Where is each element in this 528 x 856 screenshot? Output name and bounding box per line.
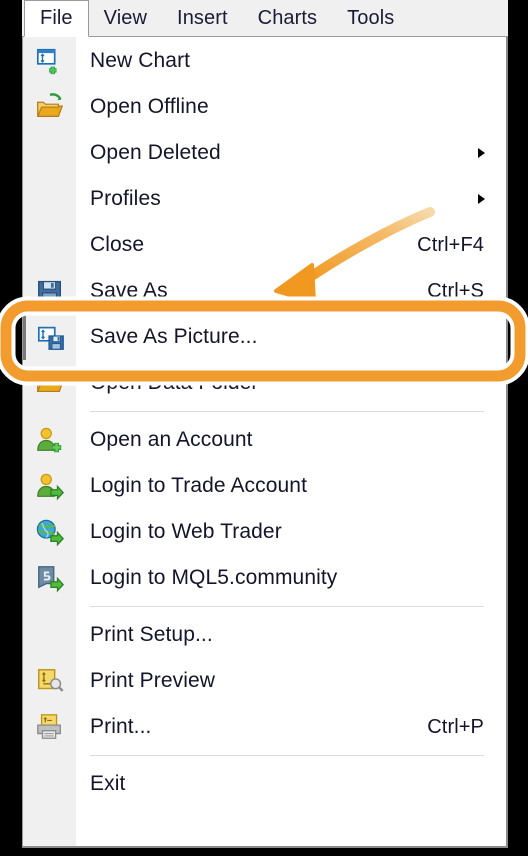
menu-item-save-as[interactable]: Save As Ctrl+S bbox=[23, 268, 506, 314]
menubar-item-charts[interactable]: Charts bbox=[243, 0, 333, 37]
menu-item-open-deleted[interactable]: Open Deleted bbox=[23, 130, 506, 176]
menu-item-label: Print Setup... bbox=[90, 623, 213, 646]
globe-login-icon bbox=[36, 519, 64, 547]
menubar-item-label: File bbox=[40, 7, 73, 29]
floppy-disk-icon bbox=[37, 280, 61, 303]
menu-separator bbox=[23, 406, 506, 417]
menu-separator bbox=[23, 601, 506, 612]
menu-item-profiles[interactable]: Profiles bbox=[23, 176, 506, 222]
menu-item-icon-slot bbox=[23, 222, 76, 268]
new-chart-icon bbox=[36, 48, 57, 75]
screenshot-root: File View Insert Charts Tools New Chart Open … bbox=[0, 0, 528, 856]
menu-item-icon-slot bbox=[23, 761, 76, 807]
menu-item-icon-slot bbox=[23, 417, 76, 463]
menu-item-icon-slot bbox=[23, 509, 76, 555]
menu-item-icon-slot bbox=[23, 360, 76, 406]
submenu-arrow-icon bbox=[478, 148, 485, 158]
menubar-item-label: Tools bbox=[347, 7, 395, 29]
menu-item-icon-slot bbox=[23, 463, 76, 509]
menu-item-label: Open an Account bbox=[90, 428, 253, 451]
menubar-item-label: Insert bbox=[177, 7, 228, 29]
menu-item-login-to-web-trader[interactable]: Login to Web Trader bbox=[23, 509, 506, 555]
menu-item-label: Login to Web Trader bbox=[90, 520, 282, 543]
menu-item-label: Profiles bbox=[90, 187, 161, 210]
menu-separator bbox=[23, 750, 506, 761]
menu-item-shortcut: Ctrl+S bbox=[427, 279, 484, 302]
menubar-item-insert[interactable]: Insert bbox=[162, 0, 243, 37]
file-menu-dropdown: New Chart Open Offline Open Deleted Profile… bbox=[22, 37, 508, 848]
menu-item-icon-slot bbox=[23, 314, 76, 360]
menu-item-label: Exit bbox=[90, 772, 126, 795]
menu-item-label: Open Data Folder bbox=[90, 371, 259, 394]
menu-item-icon-slot bbox=[23, 130, 76, 176]
save-as-picture-icon bbox=[37, 326, 64, 350]
menu-item-label: Print... bbox=[90, 715, 152, 738]
menu-item-label: Save As bbox=[90, 279, 168, 302]
menu-item-icon-slot bbox=[23, 38, 76, 84]
menu-item-open-data-folder[interactable]: Open Data Folder bbox=[23, 360, 506, 406]
menu-item-label: Open Offline bbox=[90, 95, 209, 118]
menu-item-new-chart[interactable]: New Chart bbox=[23, 38, 506, 84]
menu-bar: File View Insert Charts Tools bbox=[22, 0, 508, 37]
menubar-item-tools[interactable]: Tools bbox=[332, 0, 409, 37]
menu-item-login-to-mql5-community[interactable]: Login to MQL5.community bbox=[23, 555, 506, 601]
menu-item-print-preview[interactable]: Print Preview bbox=[23, 658, 506, 704]
separator-gutter bbox=[23, 750, 76, 761]
menubar-item-label: View bbox=[103, 7, 148, 29]
separator-line bbox=[90, 606, 484, 607]
menu-item-open-offline[interactable]: Open Offline bbox=[23, 84, 506, 130]
menu-item-shortcut: Ctrl+P bbox=[427, 715, 484, 738]
menu-item-close[interactable]: Close Ctrl+F4 bbox=[23, 222, 506, 268]
open-folder-icon bbox=[36, 374, 64, 393]
print-preview-icon bbox=[37, 669, 64, 692]
menu-item-icon-slot bbox=[23, 176, 76, 222]
separator-line bbox=[90, 755, 484, 756]
menu-item-list: New Chart Open Offline Open Deleted Profile… bbox=[23, 37, 506, 807]
menu-item-label: Print Preview bbox=[90, 669, 216, 692]
menubar-item-file[interactable]: File bbox=[24, 0, 89, 37]
menu-item-login-to-trade-account[interactable]: Login to Trade Account bbox=[23, 463, 506, 509]
menu-item-icon-slot bbox=[23, 612, 76, 658]
separator-gutter bbox=[23, 601, 76, 612]
submenu-arrow-icon bbox=[478, 194, 485, 204]
menu-item-icon-slot bbox=[23, 704, 76, 750]
separator-gutter bbox=[23, 406, 76, 417]
menu-item-icon-slot bbox=[23, 555, 76, 601]
menu-item-label: Login to MQL5.community bbox=[90, 566, 338, 589]
menu-item-icon-slot bbox=[23, 658, 76, 704]
menu-item-icon-slot bbox=[23, 84, 76, 130]
mql5-login-icon bbox=[37, 566, 64, 593]
menu-item-icon-slot bbox=[23, 268, 76, 314]
menu-item-label: New Chart bbox=[90, 49, 191, 72]
menu-item-label: Save As Picture... bbox=[90, 325, 258, 348]
printer-icon bbox=[36, 714, 61, 739]
menu-item-open-an-account[interactable]: Open an Account bbox=[23, 417, 506, 463]
menu-item-print[interactable]: Print... Ctrl+P bbox=[23, 704, 506, 750]
menu-item-label: Close bbox=[90, 233, 145, 256]
menu-item-shortcut: Ctrl+F4 bbox=[417, 233, 484, 256]
open-folder-refresh-icon bbox=[36, 93, 63, 117]
menubar-item-view[interactable]: View bbox=[89, 0, 162, 37]
account-add-icon bbox=[36, 427, 61, 453]
account-login-icon bbox=[36, 473, 64, 501]
menu-item-label: Open Deleted bbox=[90, 141, 221, 164]
menubar-item-label: Charts bbox=[257, 7, 318, 29]
menu-item-label: Login to Trade Account bbox=[90, 474, 308, 497]
menu-item-save-as-picture[interactable]: Save As Picture... bbox=[23, 314, 506, 360]
separator-line bbox=[90, 411, 484, 412]
menu-item-print-setup[interactable]: Print Setup... bbox=[23, 612, 506, 658]
menu-item-exit[interactable]: Exit bbox=[23, 761, 506, 807]
